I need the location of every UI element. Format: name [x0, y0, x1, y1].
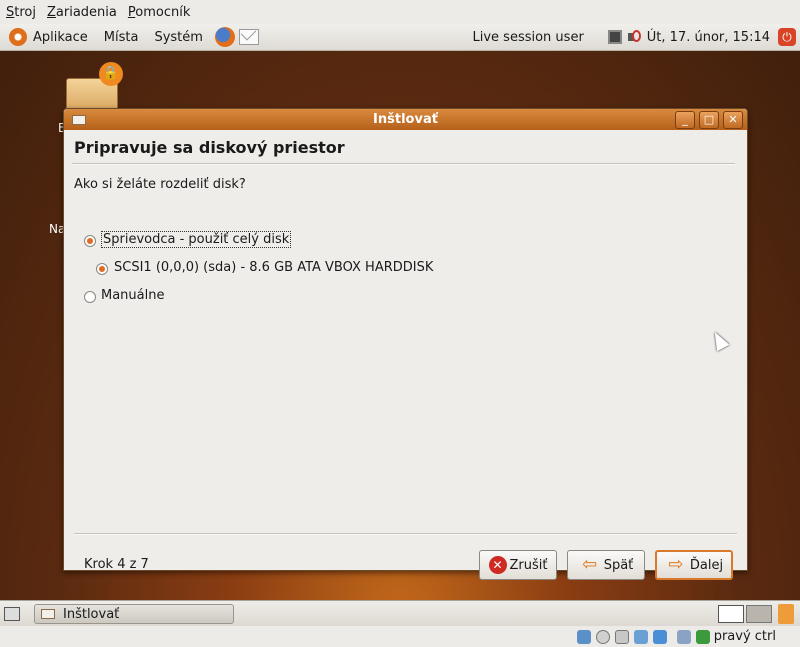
installer-icon — [41, 609, 55, 619]
installer-dialog: Inštlovať _ □ ✕ Pripravuje sa diskový pr… — [63, 108, 748, 580]
radio-label-manual[interactable]: Manuálne — [101, 288, 164, 303]
back-button[interactable]: ⇦ Späť — [567, 550, 645, 580]
host-menubar: Stroj Zariadenia Pomocník — [0, 0, 800, 24]
cd-icon[interactable] — [595, 629, 610, 644]
cancel-button[interactable]: ✕ Zrušiť — [479, 550, 557, 580]
taskbar-item-installer[interactable]: Inštlovať — [34, 604, 234, 624]
host-menu-machine[interactable]: Stroj — [6, 5, 36, 20]
arrow-left-icon: ⇦ — [582, 554, 598, 575]
network-icon[interactable] — [607, 30, 622, 44]
mail-icon[interactable] — [238, 29, 259, 45]
hard-disk-icon[interactable] — [576, 629, 591, 644]
panel-right: Live session user Út, 17. únor, 15:14 ⏻ — [473, 28, 800, 46]
radio-guided-entire-disk[interactable] — [84, 235, 96, 247]
show-desktop-icon[interactable] — [4, 607, 20, 621]
divider-bottom — [74, 533, 737, 535]
next-label: Ďalej — [689, 557, 724, 573]
mouse-integration-icon[interactable] — [676, 629, 691, 644]
clock[interactable]: Út, 17. únor, 15:14 — [647, 30, 770, 45]
close-icon[interactable]: ✕ — [723, 110, 743, 129]
radio-label-disk[interactable]: SCSI1 (0,0,0) (sda) - 8.6 GB ATA VBOX HA… — [114, 260, 433, 275]
radio-manual[interactable] — [84, 291, 96, 303]
network-adapter-icon[interactable] — [633, 629, 648, 644]
next-button[interactable]: ⇨ Ďalej — [655, 550, 733, 580]
titlebar[interactable]: Inštlovať _ □ ✕ — [64, 109, 747, 130]
workspace-2[interactable] — [746, 605, 772, 623]
window-title: Inštlovať — [373, 112, 438, 127]
step-indicator: Krok 4 z 7 — [84, 557, 149, 572]
hostkey-label: pravý ctrl — [713, 629, 776, 644]
arrow-right-icon: ⇨ — [668, 554, 684, 575]
ubuntu-logo-icon[interactable] — [9, 28, 27, 46]
firefox-icon[interactable] — [214, 27, 235, 47]
window-controls: _ □ ✕ — [671, 110, 743, 129]
radio-label-guided[interactable]: Sprievodca - použiť celý disk — [101, 231, 292, 248]
session-user: Live session user — [472, 29, 584, 45]
menu-places[interactable]: Místa — [104, 30, 139, 45]
host-menu-devices[interactable]: Zariadenia — [47, 5, 117, 20]
hostkey-indicator-icon — [695, 629, 710, 644]
volume-muted-icon[interactable] — [627, 30, 642, 44]
floppy-icon[interactable] — [614, 629, 629, 644]
lock-badge-icon: 🔒 — [99, 62, 123, 86]
workspace-1[interactable] — [718, 605, 744, 623]
taskbar-item-label: Inštlovať — [63, 606, 120, 622]
partition-question: Ako si želáte rozdeliť disk? — [74, 177, 246, 192]
back-label: Späť — [603, 557, 634, 573]
minimize-icon[interactable]: _ — [675, 110, 695, 129]
power-icon[interactable]: ⏻ — [778, 28, 796, 46]
radio-disk-sda[interactable] — [96, 263, 108, 275]
menu-applications[interactable]: Aplikace — [33, 30, 88, 45]
cancel-icon: ✕ — [488, 556, 507, 574]
maximize-icon[interactable]: □ — [699, 110, 719, 129]
page-title: Pripravuje sa diskový priestor — [74, 138, 345, 157]
top-panel: Aplikace Místa Systém Live session user … — [0, 24, 800, 51]
divider — [72, 163, 735, 165]
host-menu-help[interactable]: Pomocník — [128, 5, 191, 20]
bottom-panel: Inštlovať — [0, 600, 800, 627]
trash-icon[interactable] — [778, 604, 794, 624]
menu-system[interactable]: Systém — [154, 30, 202, 45]
cancel-label: Zrušiť — [509, 557, 548, 573]
vbox-statusbar: pravý ctrl — [0, 626, 800, 647]
guest-desktop: Aplikace Místa Systém Live session user … — [0, 24, 800, 600]
shared-folders-icon[interactable] — [652, 629, 667, 644]
